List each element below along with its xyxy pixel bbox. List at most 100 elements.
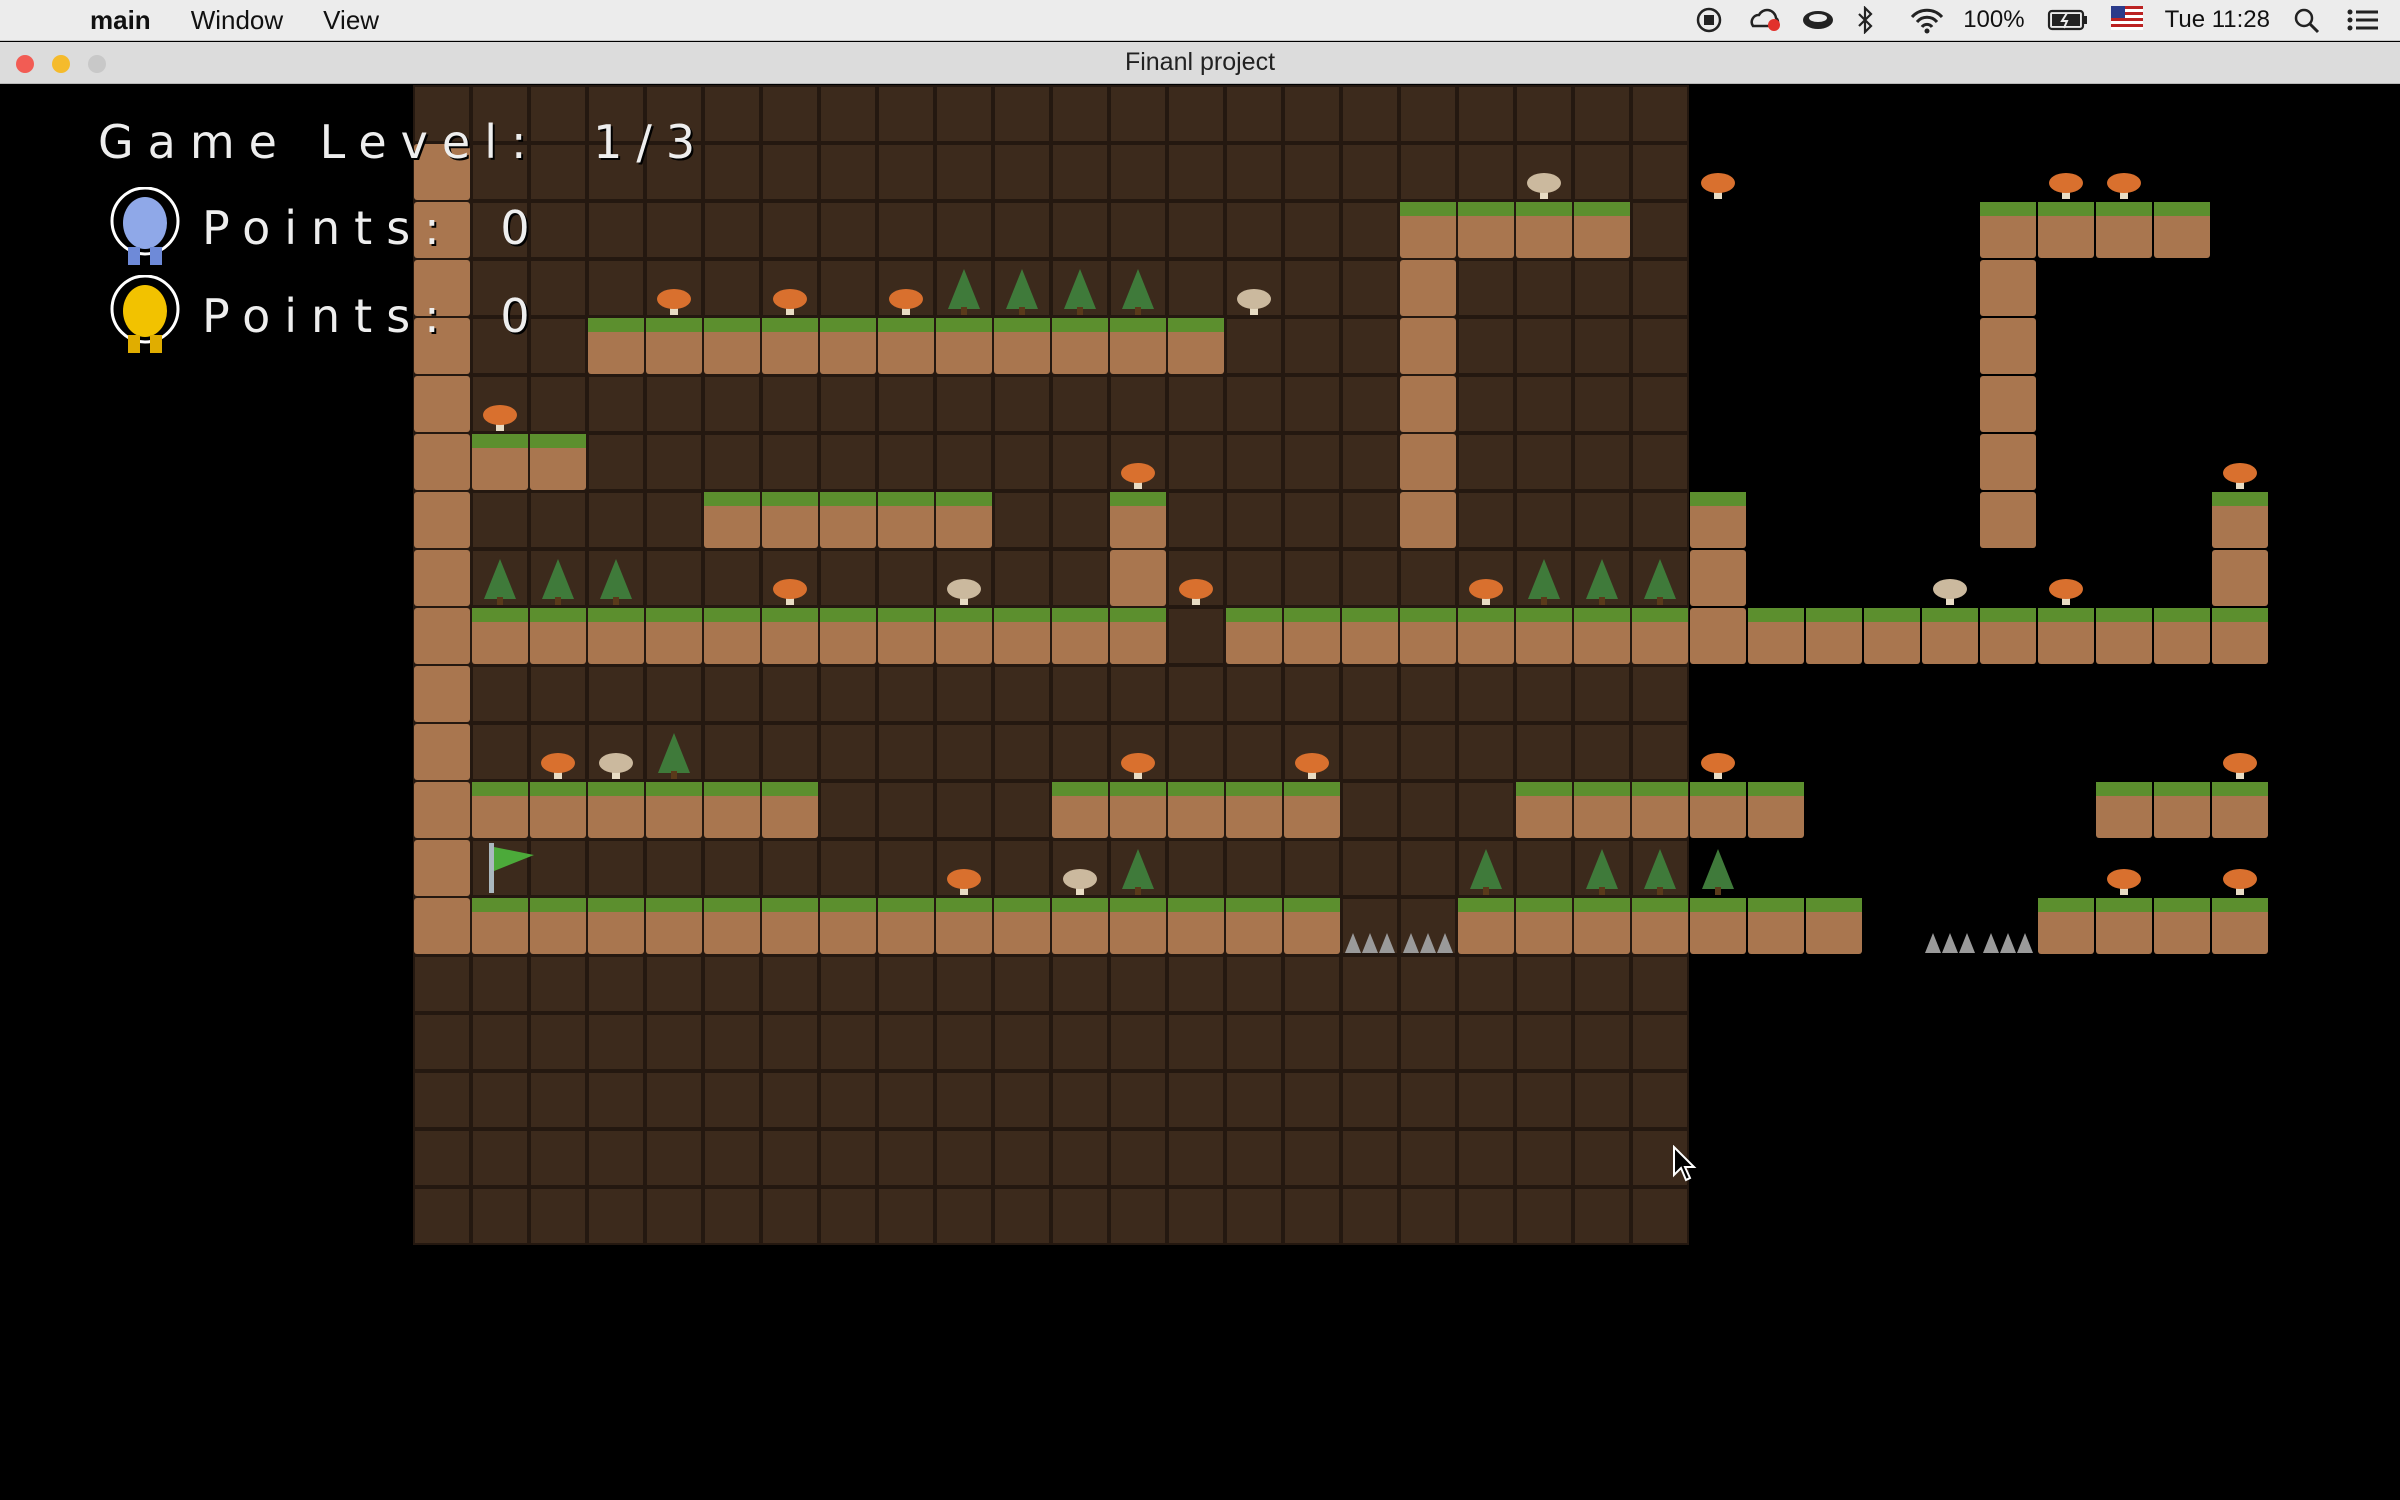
dirt-tile bbox=[1457, 1129, 1515, 1187]
dirt-tile bbox=[1399, 85, 1457, 143]
grass-top bbox=[646, 782, 702, 796]
dirt-tile bbox=[1167, 259, 1225, 317]
app-menu[interactable]: main bbox=[70, 5, 171, 36]
dirt-tile bbox=[703, 85, 761, 143]
grass-top bbox=[820, 608, 876, 622]
grass-top bbox=[1226, 898, 1282, 912]
wifi-icon[interactable] bbox=[1909, 6, 1944, 34]
mushroom-icon bbox=[1121, 753, 1155, 773]
dirt-tile bbox=[1167, 723, 1225, 781]
tree-trunk bbox=[1541, 597, 1547, 605]
dirt-tile bbox=[1573, 143, 1631, 201]
dirt-tile bbox=[703, 723, 761, 781]
grass-top bbox=[762, 898, 818, 912]
dirt-tile bbox=[703, 143, 761, 201]
zoom-window-button[interactable] bbox=[88, 55, 106, 73]
menu-window[interactable]: Window bbox=[171, 5, 303, 36]
minimize-window-button[interactable] bbox=[52, 55, 70, 73]
dirt-block bbox=[1400, 260, 1456, 316]
grass-top bbox=[936, 898, 992, 912]
tree-trunk bbox=[671, 771, 677, 779]
dirt-block bbox=[414, 666, 470, 722]
dirt-tile bbox=[993, 143, 1051, 201]
record-icon[interactable] bbox=[1693, 6, 1725, 34]
bluetooth-icon[interactable] bbox=[1855, 5, 1887, 35]
grass-top bbox=[1052, 898, 1108, 912]
dirt-tile bbox=[1225, 491, 1283, 549]
dirt-tile bbox=[1515, 1071, 1573, 1129]
dirt-tile bbox=[1515, 85, 1573, 143]
grass-top bbox=[820, 318, 876, 332]
dirt-tile bbox=[761, 1071, 819, 1129]
grass-top bbox=[646, 898, 702, 912]
dirt-tile bbox=[761, 143, 819, 201]
dirt-tile bbox=[1341, 317, 1399, 375]
dirt-block bbox=[1110, 550, 1166, 606]
dirt-tile bbox=[877, 1071, 935, 1129]
dirt-tile bbox=[1051, 723, 1109, 781]
dirt-tile bbox=[1341, 781, 1399, 839]
us-flag-icon[interactable] bbox=[2110, 6, 2143, 34]
dirt-tile bbox=[1283, 201, 1341, 259]
dirt-tile bbox=[993, 1129, 1051, 1187]
dirt-tile bbox=[935, 143, 993, 201]
dirt-tile bbox=[1457, 433, 1515, 491]
grass-top bbox=[588, 318, 644, 332]
grass-top bbox=[1458, 898, 1514, 912]
dirt-tile bbox=[1283, 491, 1341, 549]
dirt-tile bbox=[877, 549, 935, 607]
grass-top bbox=[2212, 608, 2268, 622]
dirt-tile bbox=[1109, 1187, 1167, 1245]
grass-top bbox=[1342, 608, 1398, 622]
dirt-tile bbox=[935, 201, 993, 259]
dirt-tile bbox=[1573, 433, 1631, 491]
dirt-tile bbox=[819, 955, 877, 1013]
headset-icon[interactable] bbox=[1801, 6, 1834, 34]
dirt-tile bbox=[877, 201, 935, 259]
notification-center-icon[interactable] bbox=[2346, 6, 2378, 34]
grass-top bbox=[1284, 782, 1340, 796]
dirt-tile bbox=[1631, 491, 1689, 549]
dirt-block bbox=[414, 550, 470, 606]
tree-trunk bbox=[961, 307, 967, 315]
clock[interactable]: Tue 11:28 bbox=[2165, 6, 2270, 34]
menu-view[interactable]: View bbox=[303, 5, 399, 36]
dirt-tile bbox=[1573, 955, 1631, 1013]
dirt-block bbox=[1980, 376, 2036, 432]
dirt-tile bbox=[1167, 375, 1225, 433]
grass-top bbox=[1632, 608, 1688, 622]
dirt-tile bbox=[1283, 85, 1341, 143]
close-window-button[interactable] bbox=[16, 55, 34, 73]
dirt-block bbox=[1980, 492, 2036, 548]
dirt-block bbox=[1690, 550, 1746, 606]
battery-icon[interactable] bbox=[2047, 6, 2089, 34]
dirt-tile bbox=[877, 955, 935, 1013]
dirt-tile bbox=[819, 665, 877, 723]
tree-trunk bbox=[1483, 887, 1489, 895]
grass-top bbox=[762, 782, 818, 796]
dirt-tile bbox=[877, 375, 935, 433]
grass-top bbox=[704, 318, 760, 332]
dirt-tile bbox=[761, 201, 819, 259]
dirt-tile bbox=[1515, 259, 1573, 317]
dirt-tile bbox=[993, 491, 1051, 549]
game-canvas[interactable]: Game Level: 1/3 Points: 0 Points: 0 bbox=[0, 85, 2400, 1500]
dirt-tile bbox=[1109, 143, 1167, 201]
dirt-tile bbox=[645, 1013, 703, 1071]
grass-top bbox=[1806, 608, 1862, 622]
window-title-bar[interactable]: Finanl project bbox=[0, 42, 2400, 84]
dirt-tile bbox=[1515, 1129, 1573, 1187]
mushroom-icon bbox=[2049, 579, 2083, 599]
grass-top bbox=[704, 608, 760, 622]
dirt-tile bbox=[1631, 375, 1689, 433]
search-icon[interactable] bbox=[2292, 6, 2324, 34]
dirt-block bbox=[414, 434, 470, 490]
dirt-tile bbox=[1573, 1129, 1631, 1187]
dirt-tile bbox=[1109, 955, 1167, 1013]
grass-top bbox=[530, 608, 586, 622]
cloud-sync-icon[interactable] bbox=[1747, 6, 1781, 34]
dirt-tile bbox=[1051, 1129, 1109, 1187]
dirt-tile bbox=[1457, 491, 1515, 549]
dirt-tile bbox=[761, 1129, 819, 1187]
dirt-tile bbox=[703, 549, 761, 607]
